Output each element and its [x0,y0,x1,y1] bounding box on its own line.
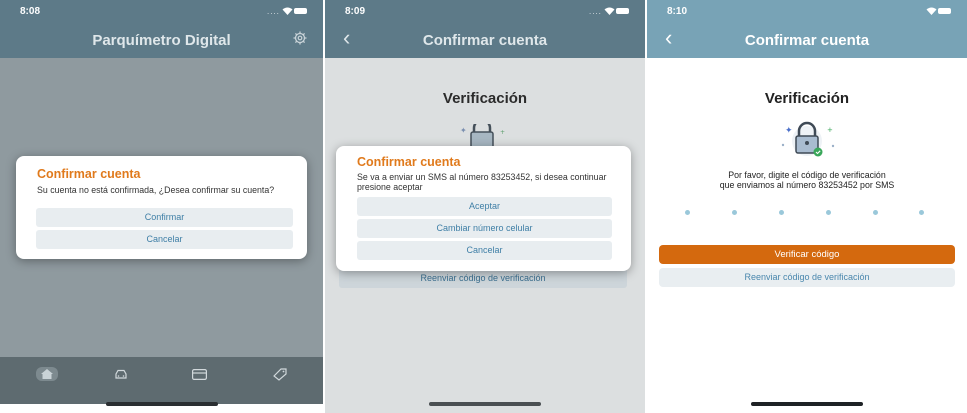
accept-button[interactable]: Aceptar [357,197,612,216]
code-digit-1 [685,210,690,215]
cancel-button[interactable]: Cancelar [357,241,612,260]
nav-bar: ‹ Confirmar cuenta [325,22,645,58]
resend-code-button[interactable]: Reenviar código de verificación [339,268,627,288]
home-indicator [429,402,541,406]
instructions-line-1: Por favor, digite el código de verificac… [728,170,886,180]
system-icons: .... [589,7,629,16]
svg-text:✦: ✦ [785,126,793,136]
dialog-title: Confirmar cuenta [357,155,461,169]
code-digit-6 [919,210,924,215]
status-time: 8:10 [667,6,688,17]
screen-parquimetro-home: 8:08 .... Parquímetro Digital Confirmar … [0,0,323,413]
code-digit-5 [873,210,878,215]
lock-icon: ✦ + [781,121,835,157]
home-indicator [751,402,863,406]
sms-confirm-dialog: Confirmar cuenta Se va a enviar un SMS a… [336,146,631,271]
status-time: 8:09 [345,6,366,17]
status-time: 8:08 [20,6,41,17]
page-title: Confirmar cuenta [744,32,870,49]
card-icon[interactable] [192,369,207,380]
status-bar: 8:09 .... [325,0,645,22]
wifi-icon [926,7,937,15]
svg-text:✦: ✦ [460,126,467,135]
home-icon[interactable] [36,367,58,381]
instructions-line-2: que enviamos al número 83253452 por SMS [719,180,895,190]
verify-code-button[interactable]: Verificar código [659,245,955,264]
code-digit-3 [779,210,784,215]
verification-title: Verificación [764,90,850,107]
dialog-message: Su cuenta no está confirmada, ¿Desea con… [37,185,275,195]
wifi-icon [282,7,293,15]
signal-icon: .... [589,7,602,16]
nav-bar: Parquímetro Digital [0,22,323,58]
system-icons: .... [911,7,951,16]
car-icon[interactable] [114,369,128,379]
wifi-icon [604,7,615,15]
battery-icon [294,8,307,14]
page-title: Confirmar cuenta [422,32,548,49]
code-input[interactable] [647,200,967,224]
home-indicator [105,402,218,406]
signal-icon: .... [911,7,924,16]
tag-icon[interactable] [272,367,288,381]
confirm-button[interactable]: Confirmar [36,208,293,227]
screen-verification: 8:10 .... ‹ Confirmar cuenta Verificació… [647,0,967,413]
nav-bar: ‹ Confirmar cuenta [647,22,967,58]
battery-icon [938,8,951,14]
battery-icon [616,8,629,14]
screen-confirm-sms: 8:09 .... ‹ Confirmar cuenta Verificació… [325,0,645,413]
system-icons: .... [267,7,307,16]
page-title: Parquímetro Digital [92,32,231,49]
svg-text:+: + [500,129,505,136]
status-bar: 8:08 .... [0,0,323,22]
verification-title: Verificación [442,90,528,107]
svg-text:+: + [827,126,833,134]
dialog-message: Se va a enviar un SMS al número 83253452… [357,172,607,192]
gear-icon[interactable] [293,31,307,45]
cancel-button[interactable]: Cancelar [36,230,293,249]
confirm-account-dialog: Confirmar cuenta Su cuenta no está confi… [16,156,307,259]
status-bar: 8:10 .... [647,0,967,22]
resend-code-button[interactable]: Reenviar código de verificación [659,268,955,287]
dialog-title: Confirmar cuenta [37,167,141,181]
change-number-button[interactable]: Cambiar número celular [357,219,612,238]
code-digit-4 [826,210,831,215]
code-digit-2 [732,210,737,215]
signal-icon: .... [267,7,280,16]
tab-bar [0,357,323,404]
